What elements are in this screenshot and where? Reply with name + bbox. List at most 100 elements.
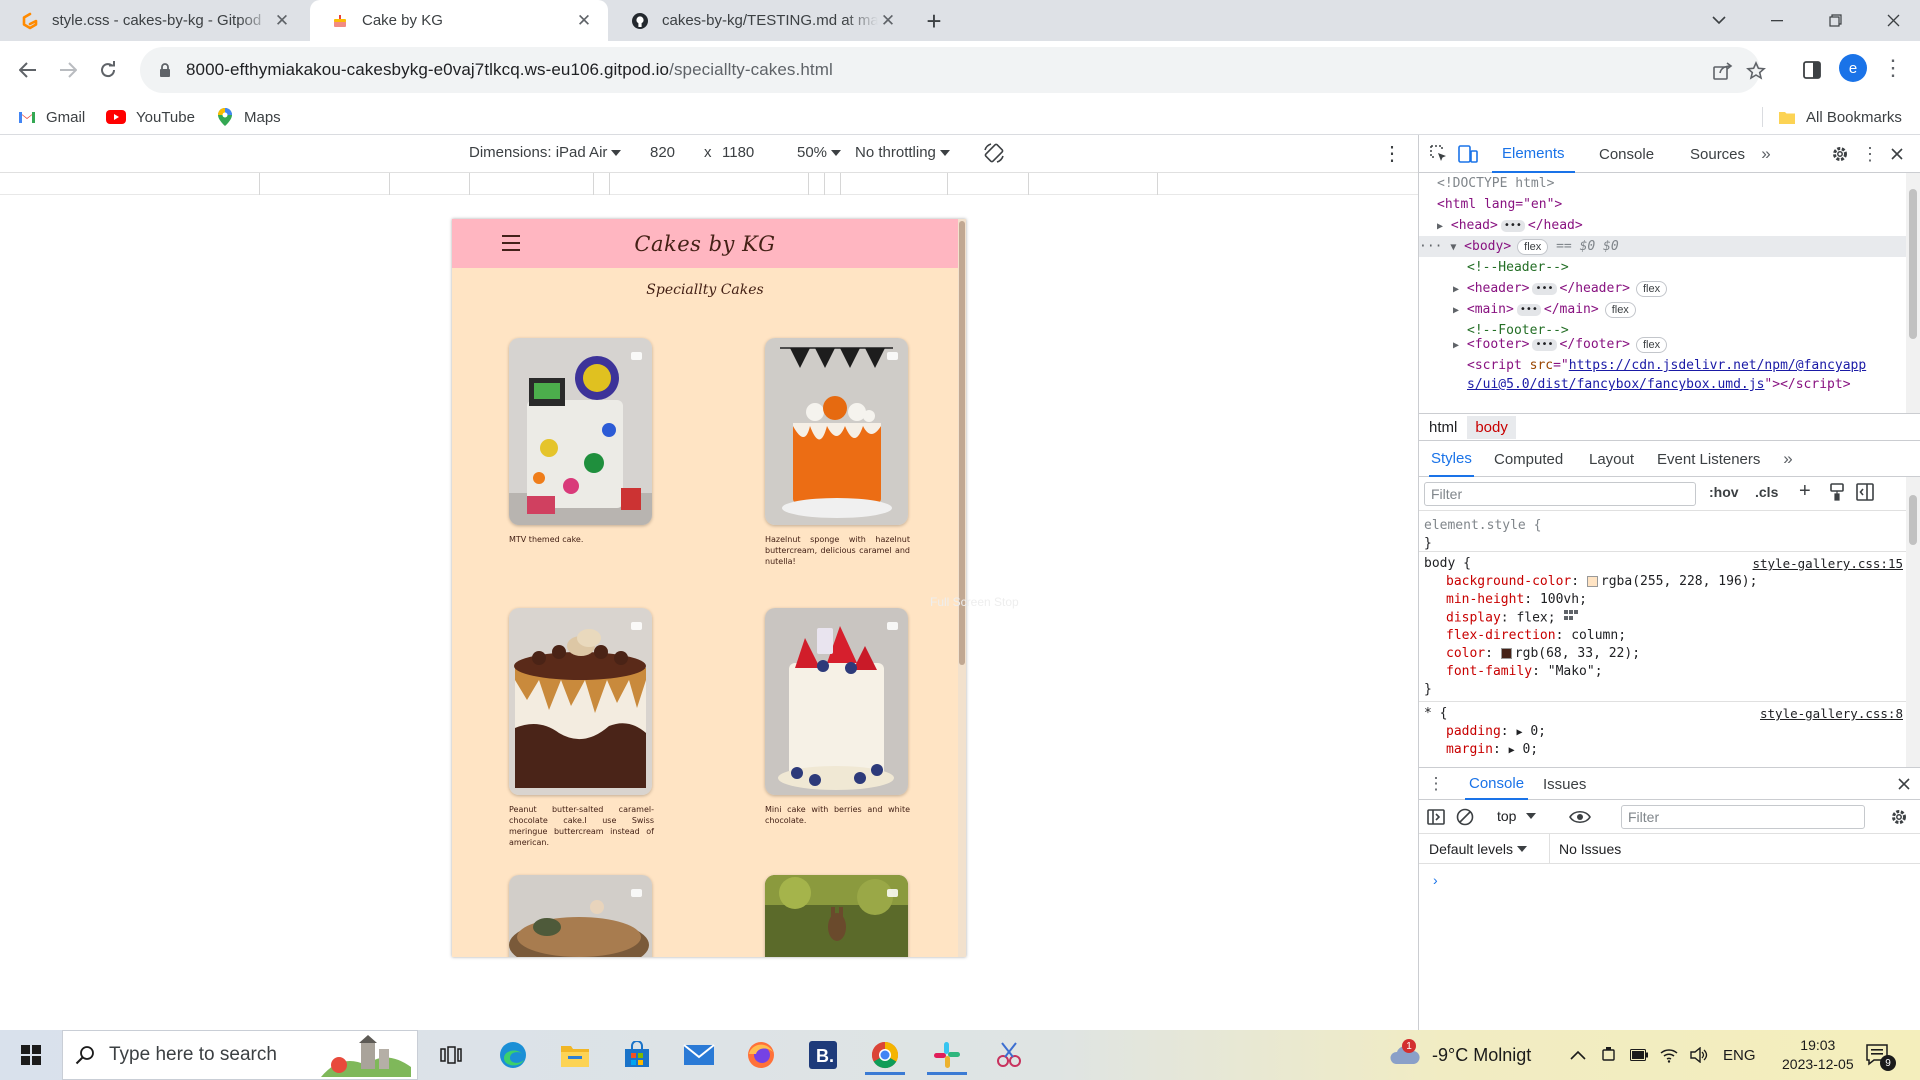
zoom-select[interactable]: 50%: [797, 144, 842, 161]
b-app-icon[interactable]: B.: [800, 1035, 846, 1075]
cake-image-chocolate[interactable]: [509, 608, 652, 795]
prop-value[interactable]: 100vh;: [1540, 592, 1587, 607]
close-icon[interactable]: ✕: [574, 11, 594, 31]
expand-icon[interactable]: [631, 622, 642, 630]
tab-event-listeners[interactable]: Event Listeners: [1657, 441, 1760, 477]
cake-card[interactable]: [765, 875, 910, 957]
dom-footer[interactable]: ▶ <footer> ••• </footer> flex: [1453, 334, 1668, 355]
dom-script[interactable]: <script src="https://cdn.jsdelivr.net/np…: [1467, 355, 1866, 376]
device-more-icon[interactable]: ⋮: [1382, 141, 1402, 166]
all-bookmarks-button[interactable]: All Bookmarks: [1778, 103, 1902, 131]
media-query-bar[interactable]: [0, 173, 1418, 195]
meet-now-icon[interactable]: [1602, 1030, 1618, 1080]
css-property[interactable]: margin: ▶ 0;: [1446, 741, 1538, 759]
prop-value[interactable]: rgb(68, 33, 22);: [1515, 646, 1640, 661]
close-icon[interactable]: ✕: [878, 11, 898, 31]
dom-head[interactable]: ▶ <head> ••• </head>: [1437, 215, 1583, 236]
star-source[interactable]: style-gallery.css:8: [1760, 706, 1903, 721]
more-tabs-icon[interactable]: »: [1755, 143, 1777, 165]
close-icon[interactable]: ✕: [272, 11, 292, 31]
tab-styles[interactable]: Styles: [1429, 441, 1474, 477]
body-selector[interactable]: body {: [1424, 555, 1471, 573]
bookmark-gmail[interactable]: Gmail: [18, 103, 85, 131]
dom-scrollbar[interactable]: [1906, 173, 1920, 413]
styles-filter-input[interactable]: Filter: [1424, 482, 1696, 506]
dom-doctype[interactable]: <!DOCTYPE html>: [1437, 173, 1554, 194]
devtools-menu-icon[interactable]: ⋮: [1859, 143, 1881, 165]
prop-value[interactable]: "Mako";: [1548, 664, 1603, 679]
expand-icon[interactable]: [887, 889, 898, 897]
tab-console[interactable]: Console: [1589, 135, 1664, 173]
flex-badge[interactable]: flex: [1636, 337, 1668, 353]
expand-icon[interactable]: [887, 622, 898, 630]
dom-html[interactable]: <html lang="en">: [1437, 194, 1562, 215]
show-hidden-icons[interactable]: [1570, 1030, 1586, 1080]
address-bar[interactable]: 8000-efthymiakakou-cakesbykg-e0vaj7tlkcq…: [140, 47, 1766, 93]
body-source[interactable]: style-gallery.css:15: [1752, 556, 1903, 571]
cake-card[interactable]: Peanut butter-salted caramel-chocolate c…: [509, 608, 654, 848]
store-icon[interactable]: [614, 1035, 660, 1075]
close-icon[interactable]: [1886, 143, 1908, 165]
cake-image-6[interactable]: [765, 875, 908, 957]
task-view-icon[interactable]: [428, 1035, 474, 1075]
slack-icon[interactable]: [924, 1035, 970, 1075]
css-property[interactable]: color: rgb(68, 33, 22);: [1446, 645, 1640, 663]
more-tabs-icon[interactable]: »: [1777, 448, 1799, 470]
cake-image-halloween[interactable]: [765, 338, 908, 525]
star-selector[interactable]: * {: [1424, 705, 1447, 723]
prop-value[interactable]: flex;: [1516, 611, 1555, 626]
clock[interactable]: 19:03 2023-12-05: [1782, 1030, 1854, 1080]
device-toggle-icon[interactable]: [1457, 143, 1479, 165]
scrollbar-thumb[interactable]: [1909, 495, 1917, 545]
dom-body[interactable]: ··· ▼ <body> flex == $0 $0: [1419, 236, 1907, 257]
side-panel-icon[interactable]: [1797, 55, 1827, 85]
avatar[interactable]: e: [1839, 54, 1867, 82]
tab-layout[interactable]: Layout: [1589, 441, 1634, 477]
prop-value[interactable]: 0;: [1522, 742, 1538, 757]
issues-count[interactable]: No Issues: [1559, 841, 1621, 857]
tab-search-icon[interactable]: [1690, 0, 1748, 41]
lock-icon[interactable]: [152, 62, 178, 78]
page-scrollbar[interactable]: [958, 219, 966, 957]
drawer-tab-issues[interactable]: Issues: [1543, 768, 1586, 800]
close-window-button[interactable]: [1864, 0, 1920, 41]
css-property[interactable]: display: flex;: [1446, 609, 1579, 627]
prop-value[interactable]: column;: [1571, 628, 1626, 643]
dom-main[interactable]: ▶ <main> ••• </main> flex: [1453, 299, 1636, 320]
battery-icon[interactable]: [1630, 1030, 1648, 1080]
clear-console-icon[interactable]: [1454, 806, 1476, 828]
breadcrumb-body[interactable]: body: [1467, 415, 1516, 439]
breadcrumb-html[interactable]: html: [1421, 416, 1465, 439]
wifi-icon[interactable]: [1660, 1030, 1678, 1080]
input-language[interactable]: ENG: [1723, 1030, 1756, 1080]
kebab-menu-icon[interactable]: ⋮: [1882, 55, 1904, 81]
hov-button[interactable]: :hov: [1709, 484, 1739, 500]
file-explorer-icon[interactable]: [552, 1035, 598, 1075]
windows-start-icon[interactable]: [8, 1035, 54, 1075]
restore-button[interactable]: [1806, 0, 1864, 41]
css-property[interactable]: padding: ▶ 0;: [1446, 723, 1546, 741]
color-swatch[interactable]: [1500, 648, 1512, 659]
cake-image-5[interactable]: [509, 875, 652, 957]
script-src-link-cont[interactable]: s/ui@5.0/dist/fancybox/fancybox.umd.js: [1467, 377, 1764, 392]
edge-icon[interactable]: [490, 1035, 536, 1075]
share-icon[interactable]: [1712, 60, 1734, 82]
expand-icon[interactable]: [887, 352, 898, 360]
prop-value[interactable]: rgba(255, 228, 196);: [1601, 574, 1758, 589]
prop-value[interactable]: 0;: [1530, 724, 1546, 739]
drawer-menu-icon[interactable]: ⋮: [1425, 773, 1447, 795]
levels-select[interactable]: Default levels: [1429, 841, 1528, 857]
tab-cake-by-kg[interactable]: Cake by KG ✕: [310, 0, 608, 41]
cake-image-mtv[interactable]: [509, 338, 652, 525]
bookmark-youtube[interactable]: YouTube: [106, 103, 195, 131]
dimensions-select[interactable]: Dimensions: iPad Air: [469, 144, 622, 161]
tab-computed[interactable]: Computed: [1494, 441, 1563, 477]
gear-icon[interactable]: [1829, 143, 1851, 165]
color-swatch[interactable]: [1586, 576, 1598, 587]
tab-github[interactable]: cakes-by-kg/TESTING.md at main ✕: [610, 0, 912, 41]
minimize-button[interactable]: [1748, 0, 1806, 41]
snip-tool-icon[interactable]: [986, 1035, 1032, 1075]
css-property[interactable]: min-height: 100vh;: [1446, 591, 1587, 609]
cake-image-berries[interactable]: [765, 608, 908, 795]
back-button[interactable]: [13, 55, 43, 85]
